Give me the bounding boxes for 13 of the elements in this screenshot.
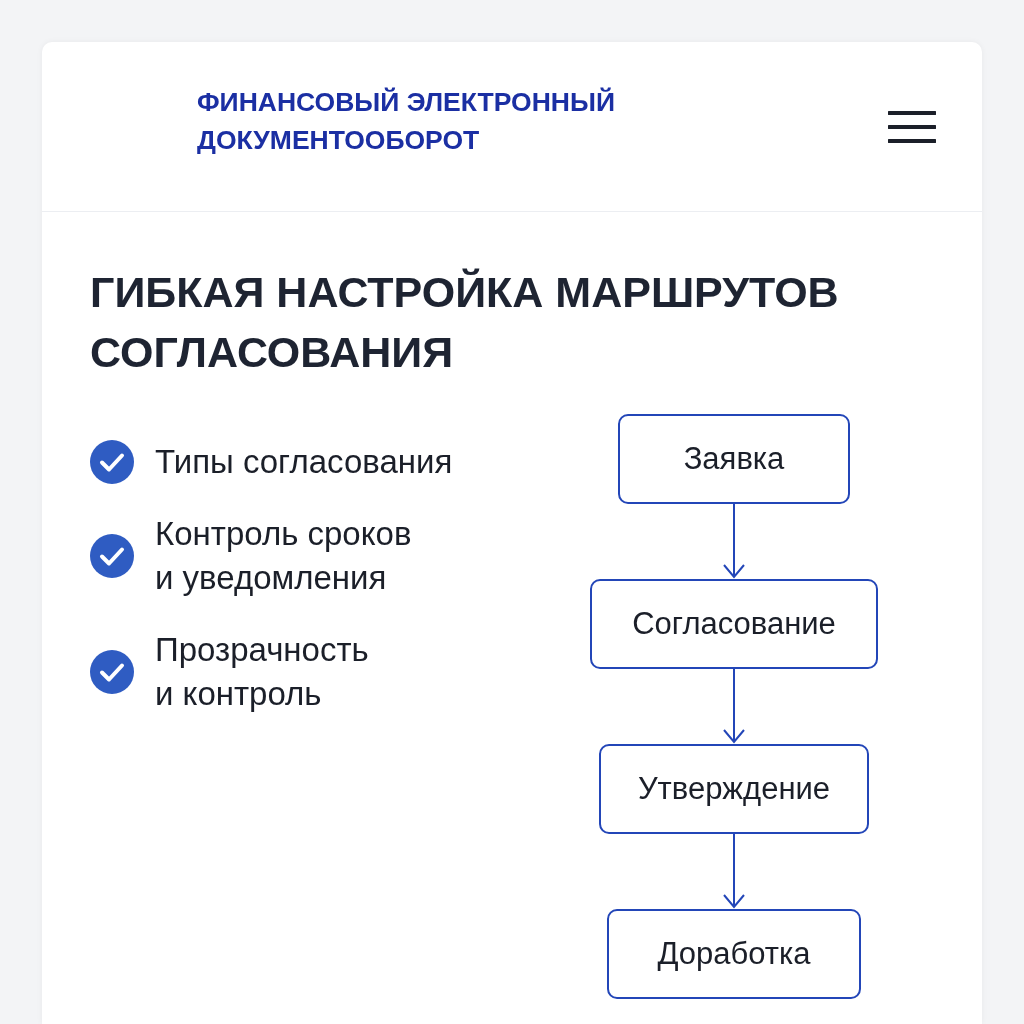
menu-icon[interactable]: [888, 109, 936, 144]
feature-text: Контроль сроков и уведомления: [155, 514, 412, 598]
flow-step: Заявка: [618, 414, 850, 504]
check-icon: [90, 534, 134, 578]
section-heading: ГИБКАЯ НАСТРОЙКА МАРШРУТОВ СОГЛАСОВАНИЯ: [90, 267, 840, 378]
flow-step: Утверждение: [599, 744, 869, 834]
flow-step: Согласование: [590, 579, 878, 669]
check-icon: [90, 440, 134, 484]
flow-step: Доработка: [607, 909, 861, 999]
check-icon: [90, 650, 134, 694]
feature-text: Типы согласования: [155, 442, 453, 482]
feature-text: Прозрачность и контроль: [155, 630, 369, 714]
site-title[interactable]: ФИНАНСОВЫЙ ЭЛЕКТРОННЫЙ ДОКУМЕНТООБОРОТ: [197, 82, 717, 159]
